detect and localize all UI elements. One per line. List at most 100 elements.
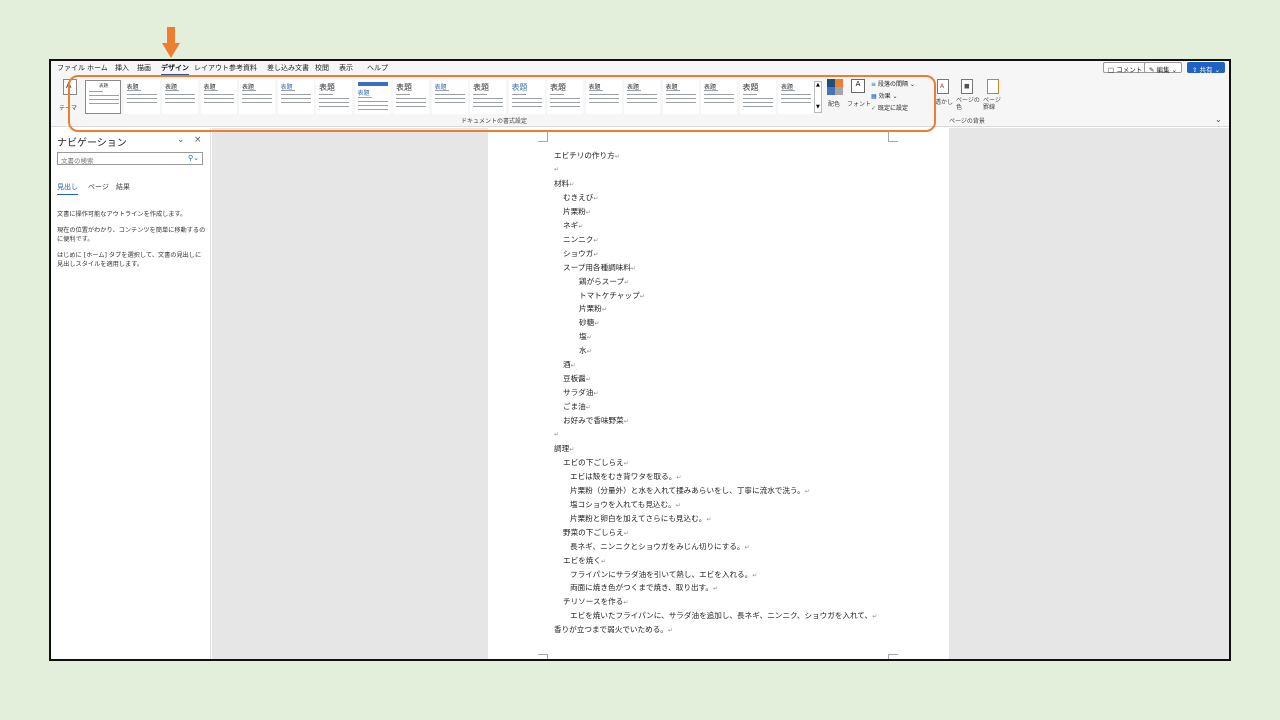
document-line[interactable]: エビを焼いたフライパンに、サラダ油を追加し、長ネギ、ニンニク、ショウガを入れて、… <box>570 610 877 621</box>
page-color-icon[interactable]: ◼ <box>961 79 973 94</box>
document-line[interactable]: エビは殻をむき背ワタを取る。↵ <box>570 471 681 482</box>
line-text: 塩 <box>579 332 587 342</box>
page-borders-label[interactable]: ページ罫線 <box>983 97 1001 111</box>
menu-item[interactable]: 参考資料 <box>229 63 257 73</box>
search-placeholder: 文書の検索 <box>61 157 94 165</box>
tab-pages[interactable]: ページ <box>88 182 109 192</box>
document-line[interactable]: チリソースを作る↵ <box>563 596 628 607</box>
nav-help-text-2: 現在の位置がわかり、コンテンツを簡単に移動するのに便利です。 <box>57 227 206 243</box>
document-line[interactable]: ごま油↵ <box>563 401 591 412</box>
menu-item[interactable]: ファイル <box>57 63 85 73</box>
line-text: フライパンにサラダ油を引いて熱し、エビを入れる。 <box>570 569 753 579</box>
crop-mark <box>888 654 898 659</box>
document-line[interactable]: 長ネギ、ニンニクとショウガをみじん切りにする。↵ <box>570 541 750 552</box>
document-line[interactable]: スープ用各種調味料↵ <box>563 262 636 273</box>
line-text: ごま油 <box>563 402 586 412</box>
paragraph-mark-icon: ↵ <box>569 180 575 188</box>
paragraph-mark-icon: ↵ <box>623 599 629 607</box>
line-text: 長ネギ、ニンニクとショウガをみじん切りにする。 <box>570 541 745 551</box>
line-text: 調理 <box>554 443 570 453</box>
document-area: エビチリの作り方↵ ↵ 材料↵ むきえび↵ 片栗粉↵ ネギ↵ ニンニク↵ ショウガ↵ スープ用各… <box>212 128 1229 659</box>
page-color-label[interactable]: ページの色 <box>956 97 980 111</box>
document-line[interactable]: 塩↵ <box>579 331 592 342</box>
close-icon[interactable]: × <box>194 135 202 145</box>
navigation-pane: ナビゲーション ⌄ × 文書の検索 ⚲⌄ 見出し ページ 結果 文書に操作可能な… <box>51 128 211 659</box>
page-borders-icon[interactable] <box>987 79 999 94</box>
comment-button[interactable]: □ コメント <box>1103 62 1148 74</box>
document-line[interactable]: お好みで香味野菜↵ <box>563 415 629 426</box>
line-text: 酒 <box>563 360 571 370</box>
nav-options-icon[interactable]: ⌄ <box>177 135 185 145</box>
menu-item[interactable]: 校閲 <box>315 63 329 73</box>
document-line[interactable]: 両面に焼き色がつくまで焼き、取り出す。↵ <box>570 582 718 593</box>
tab-results[interactable]: 結果 <box>116 182 130 192</box>
line-text: 野菜の下ごしらえ <box>563 527 624 537</box>
crop-mark <box>538 654 548 659</box>
document-line[interactable]: ネギ↵ <box>563 220 583 231</box>
paragraph-mark-icon: ↵ <box>570 362 576 370</box>
search-icon[interactable]: ⚲⌄ <box>188 154 199 162</box>
document-line[interactable]: エビを焼く↵ <box>563 555 606 566</box>
down-arrow-indicator <box>162 27 180 58</box>
document-line[interactable]: 片栗粉と卵白を加えてさらにも見込む。↵ <box>570 513 711 524</box>
line-text: 片栗粉 <box>563 206 586 216</box>
paragraph-mark-icon: ↵ <box>706 515 712 523</box>
document-line[interactable]: ショウガ↵ <box>563 248 598 259</box>
paragraph-mark-icon: ↵ <box>667 627 673 635</box>
document-line[interactable]: 片栗粉↵ <box>579 303 607 314</box>
document-line[interactable]: 片栗粉（分量外）と水を入れて揉みあらいをし、丁寧に流水で洗う。↵ <box>570 485 810 496</box>
line-text: サラダ油 <box>563 388 594 398</box>
paragraph-mark-icon: ↵ <box>752 571 758 579</box>
nav-search-input[interactable]: 文書の検索 ⚲⌄ <box>57 152 203 165</box>
document-page[interactable]: エビチリの作り方↵ ↵ 材料↵ むきえび↵ 片栗粉↵ ネギ↵ ニンニク↵ ショウガ↵ スープ用各… <box>488 128 949 659</box>
document-line[interactable]: エビの下ごしらえ↵ <box>563 457 629 468</box>
share-button[interactable]: ⇧ 共有 ⌄ <box>1187 62 1226 74</box>
crop-mark <box>888 132 898 142</box>
menu-item[interactable]: 挿入 <box>115 63 129 73</box>
paragraph-mark-icon: ↵ <box>623 529 629 537</box>
watermark-icon[interactable]: A <box>937 79 949 94</box>
line-text: 豆板醤 <box>563 374 586 384</box>
edit-button[interactable]: ✎ 編集 ⌄ <box>1144 62 1183 74</box>
line-text: 片栗粉と卵白を加えてさらにも見込む。 <box>570 513 707 523</box>
document-line[interactable]: ニンニク↵ <box>563 234 598 245</box>
document-line[interactable]: 香りが立つまで弱火でいためる。↵ <box>554 624 673 635</box>
paragraph-mark-icon: ↵ <box>872 613 878 621</box>
document-line[interactable]: 水↵ <box>579 345 592 356</box>
menu-item[interactable]: デザイン <box>161 63 189 75</box>
document-line[interactable]: 豆板醤↵ <box>563 373 591 384</box>
menu-item[interactable]: ホーム <box>87 63 108 73</box>
document-line[interactable]: 酒↵ <box>563 359 576 370</box>
document-line[interactable]: フライパンにサラダ油を引いて熱し、エビを入れる。↵ <box>570 569 757 580</box>
document-line[interactable]: ↵ <box>554 164 559 173</box>
watermark-label[interactable]: 透かし <box>935 97 953 106</box>
menu-bar: ファイル ホーム 挿入 描画 デザイン レイアウト 参考資料 差し込み文書 校閲 表示 ヘルプ <box>51 61 1229 75</box>
document-line[interactable]: ↵ <box>554 429 559 438</box>
document-line[interactable]: 野菜の下ごしらえ↵ <box>563 527 629 538</box>
document-line[interactable]: サラダ油↵ <box>563 387 598 398</box>
document-line[interactable]: むきえび↵ <box>563 192 598 203</box>
document-line[interactable]: 鶏がらスープ↵ <box>579 276 629 287</box>
document-line[interactable]: トマトケチャップ↵ <box>579 290 645 301</box>
line-text: 片栗粉 <box>579 304 602 314</box>
collapse-ribbon-icon[interactable]: ⌄ <box>1215 115 1222 124</box>
menu-item[interactable]: レイアウト <box>194 63 229 73</box>
menu-item[interactable]: 表示 <box>339 63 353 73</box>
line-text: トマトケチャップ <box>579 290 640 300</box>
menu-item[interactable]: 描画 <box>137 63 151 73</box>
line-text: エビの下ごしらえ <box>563 457 624 467</box>
paragraph-mark-icon: ↵ <box>601 306 607 314</box>
document-line[interactable]: エビチリの作り方↵ <box>554 150 620 161</box>
paragraph-mark-icon: ↵ <box>623 459 629 467</box>
document-line[interactable]: 材料↵ <box>554 178 574 189</box>
document-line[interactable]: 片栗粉↵ <box>563 206 591 217</box>
document-line[interactable]: 調理↵ <box>554 443 574 454</box>
document-line[interactable]: 砂糖↵ <box>579 317 599 328</box>
menu-item[interactable]: ヘルプ <box>367 63 388 73</box>
tab-headings[interactable]: 見出し <box>57 182 78 195</box>
paragraph-mark-icon: ↵ <box>593 236 599 244</box>
menu-item[interactable]: 差し込み文書 <box>267 63 309 73</box>
paragraph-mark-icon: ↵ <box>630 264 636 272</box>
line-text: 材料 <box>554 178 570 188</box>
document-line[interactable]: 塩コショウを入れても見込む。↵ <box>570 499 681 510</box>
